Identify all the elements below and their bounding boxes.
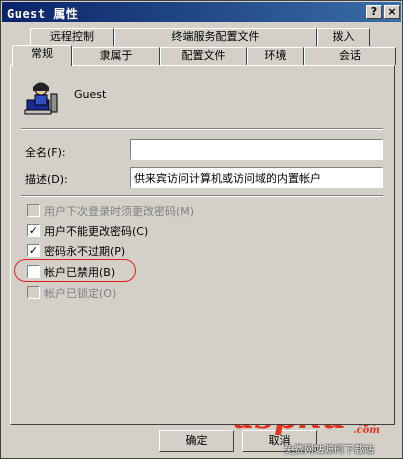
tab-general[interactable]: 常规 [12, 45, 72, 66]
divider [21, 195, 383, 197]
tab-remote-control[interactable]: 远程控制 [30, 28, 114, 46]
user-name: Guest [74, 88, 107, 101]
user-icon [24, 82, 58, 115]
divider [21, 128, 383, 130]
cannot-change-password-label: 用户不能更改密码(C) [44, 225, 149, 238]
cannot-change-password-checkbox[interactable]: ✓ [27, 224, 40, 237]
account-locked-checkbox[interactable] [27, 286, 40, 299]
window-title: Guest 属性 [7, 7, 79, 21]
description-field[interactable]: 供来宾访问计算机或访问域的内置帐户 [130, 167, 383, 188]
must-change-password-checkbox[interactable] [27, 204, 40, 217]
title-bar[interactable]: Guest 属性 ? × [2, 2, 401, 22]
must-change-password-label: 用户下次登录时须更改密码(M) [44, 205, 195, 218]
highlight-circle [14, 259, 136, 282]
password-never-expires-label: 密码永不过期(P) [44, 245, 126, 258]
tab-sessions[interactable]: 会话 [304, 47, 396, 65]
fullname-field[interactable] [130, 139, 383, 160]
tab-terminal-services-profile[interactable]: 终端服务配置文件 [114, 28, 317, 46]
fullname-label: 全名(F): [25, 146, 66, 159]
close-button[interactable]: × [384, 5, 400, 19]
help-button[interactable]: ? [366, 5, 382, 19]
tab-environment[interactable]: 环境 [247, 47, 304, 65]
password-never-expires-checkbox[interactable]: ✓ [27, 244, 40, 257]
tab-profile[interactable]: 配置文件 [160, 47, 247, 65]
tab-member-of[interactable]: 隶属于 [72, 47, 160, 65]
tab-dial-in[interactable]: 拨入 [317, 28, 370, 46]
account-locked-label: 帐户已锁定(O) [44, 287, 117, 300]
description-label: 描述(D): [25, 173, 68, 186]
watermark-domain: .com [353, 425, 380, 436]
general-panel: Guest 全名(F): 描述(D): 供来宾访问计算机或访问域的内置帐户 用户… [10, 65, 395, 425]
ok-button[interactable]: 确定 [159, 430, 234, 452]
watermark-caption: 免费网站源码下载站 [284, 445, 374, 456]
properties-dialog: Guest 属性 ? × 远程控制 终端服务配置文件 拨入 常规 隶属于 配置文… [0, 0, 403, 459]
